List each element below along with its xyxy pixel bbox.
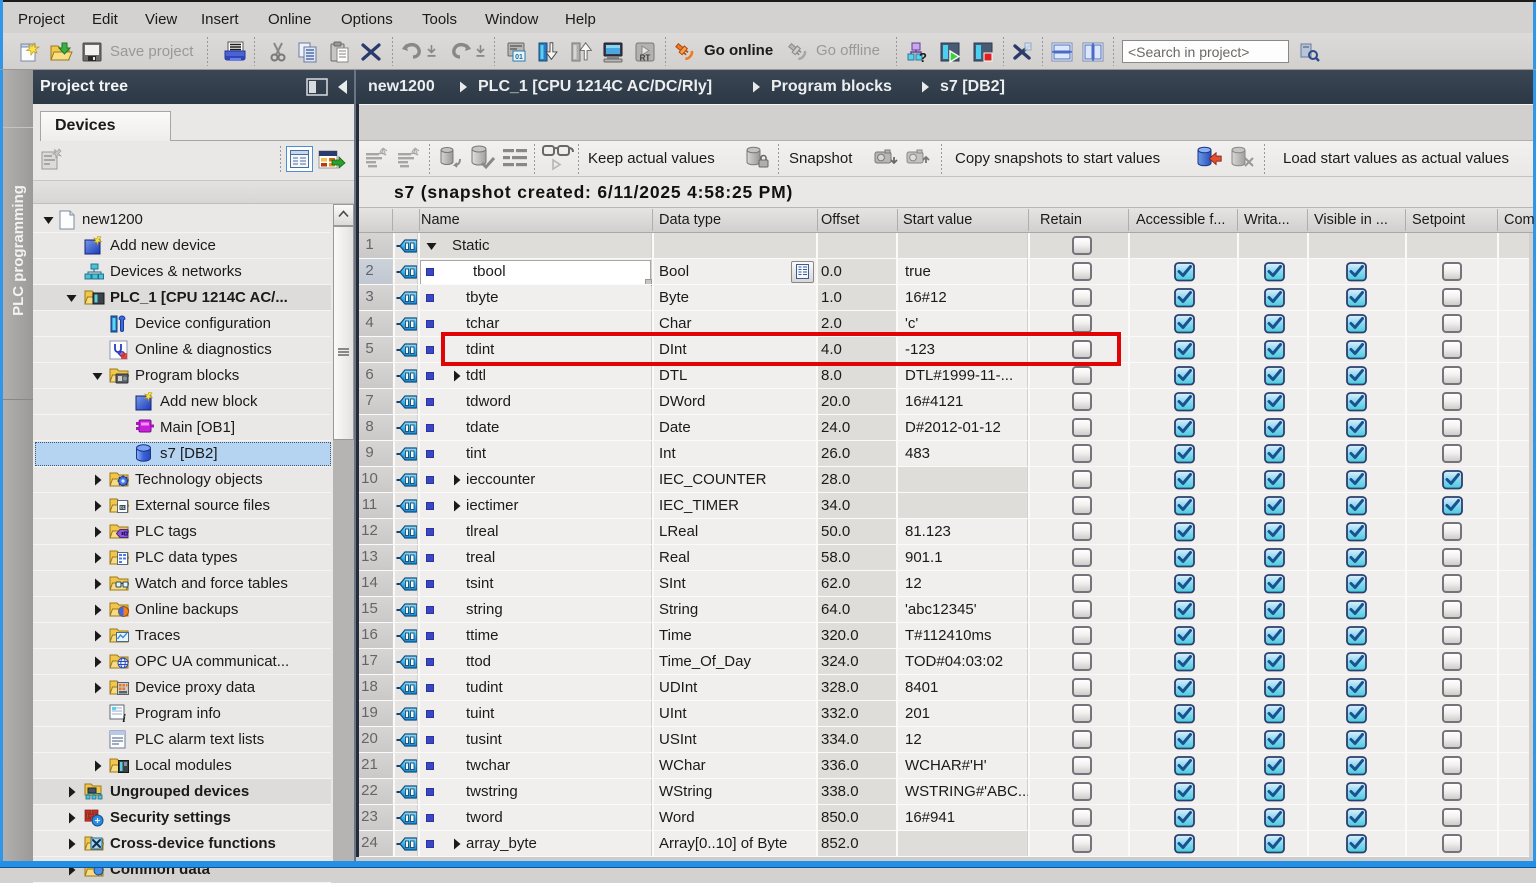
svg-text:?: ? — [919, 50, 927, 64]
svg-text:i: i — [122, 711, 126, 723]
svg-text:RT: RT — [640, 54, 651, 63]
svg-text:01: 01 — [515, 54, 523, 61]
svg-text:01: 01 — [120, 505, 126, 510]
